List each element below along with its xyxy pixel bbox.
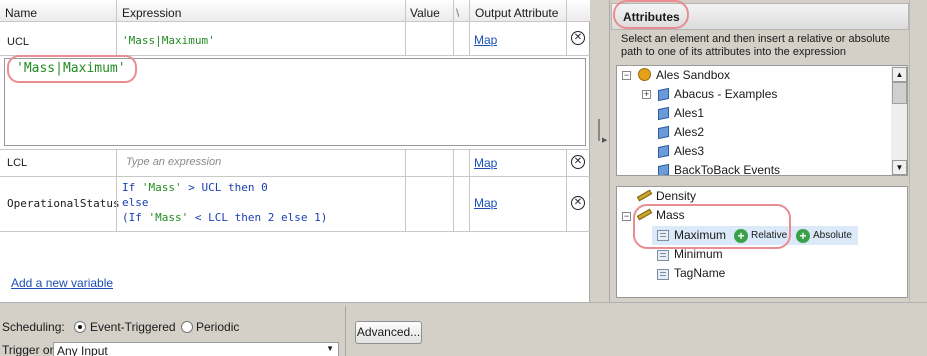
periodic-label[interactable]: Periodic [196,320,239,334]
map-link[interactable]: Map [474,196,497,210]
tree-item[interactable]: Ales2 [674,123,704,142]
element-icon [658,106,669,121]
collapse-icon[interactable]: − [622,212,631,221]
delete-variable-icon[interactable]: ✕ [571,155,585,169]
map-link[interactable]: Map [474,156,497,170]
variable-name: LCL [7,157,28,169]
event-triggered-label[interactable]: Event-Triggered [90,320,176,334]
expression-line-1[interactable]: If 'Mass' > UCL then 0 [122,181,268,194]
header-value[interactable]: Value [410,6,440,20]
attributes-title: Attributes [623,10,680,24]
table-row-lcl[interactable] [0,149,590,176]
header-extra: \ [456,6,460,20]
tree-item[interactable]: Abacus - Examples [674,85,777,104]
tree-item[interactable]: Ales1 [674,104,704,123]
table-row-ucl[interactable] [0,22,590,55]
radio-event-triggered[interactable] [74,321,86,333]
add-icon: + [734,229,748,243]
tree-item[interactable]: BackToBack Events [674,161,780,175]
map-link[interactable]: Map [474,33,497,47]
header-output-attribute[interactable]: Output Attribute [475,6,558,20]
attribute-density[interactable]: Density [656,187,696,206]
tree-clip: BackToBack Events [617,161,890,175]
scroll-up-icon[interactable]: ▲ [892,67,907,82]
add-variable-link[interactable]: Add a new variable [11,276,113,290]
trigger-label: Trigger on [2,343,57,356]
attributes-hint: Select an element and then insert a rela… [621,33,891,58]
expression-placeholder[interactable]: Type an expression [126,156,221,168]
chevron-down-icon[interactable]: ▼ [326,344,334,353]
splitter-grip-icon[interactable] [598,119,600,141]
panel-splitter[interactable] [591,0,610,302]
delete-variable-icon[interactable]: ✕ [571,31,585,45]
header-expression[interactable]: Expression [122,6,181,20]
variable-name: UCL [7,36,30,48]
scroll-thumb[interactable] [892,82,907,104]
attribute-maximum[interactable]: Maximum [674,226,726,245]
attribute-icon [657,250,669,261]
expression-line-2[interactable]: else [122,196,149,209]
trigger-select[interactable]: Any Input ▼ [53,342,339,356]
element-icon [658,163,669,175]
scheduling-label: Scheduling: [2,320,65,334]
expression-line-3[interactable]: (If 'Mass' < LCL then 2 else 1) [122,211,327,224]
element-icon [658,144,669,159]
element-icon [658,87,669,102]
attribute-icon [657,230,669,241]
scroll-down-icon[interactable]: ▼ [892,160,907,175]
absolute-button[interactable]: + Absolute [796,227,852,245]
database-icon [638,68,651,81]
variable-expression[interactable]: 'Mass|Maximum' [122,34,215,47]
advanced-button[interactable]: Advanced... [355,321,422,344]
attribute-minimum[interactable]: Minimum [674,245,723,264]
attribute-icon [657,269,669,280]
right-edge [909,0,927,302]
tree-item[interactable]: Ales3 [674,142,704,161]
delete-variable-icon[interactable]: ✕ [571,196,585,210]
variable-name: OperationalStatus [7,197,120,210]
header-name[interactable]: Name [5,6,37,20]
variables-grid: Name Expression Value \ Output Attribute… [0,0,590,302]
trigger-select-value: Any Input [57,344,108,356]
relative-button[interactable]: + Relative [734,227,787,245]
radio-periodic[interactable] [181,321,193,333]
collapse-icon[interactable]: − [622,71,631,80]
expression-editor-text: 'Mass|Maximum' [16,61,126,76]
splitter-arrow-icon[interactable]: ▶ [602,136,607,144]
attribute-mass[interactable]: Mass [656,206,685,225]
element-icon [658,125,669,140]
bottom-divider [345,306,346,356]
attribute-tagname[interactable]: TagName [674,264,725,283]
add-icon: + [796,229,810,243]
expand-icon[interactable]: + [642,90,651,99]
tree-item-root[interactable]: Ales Sandbox [656,66,730,85]
